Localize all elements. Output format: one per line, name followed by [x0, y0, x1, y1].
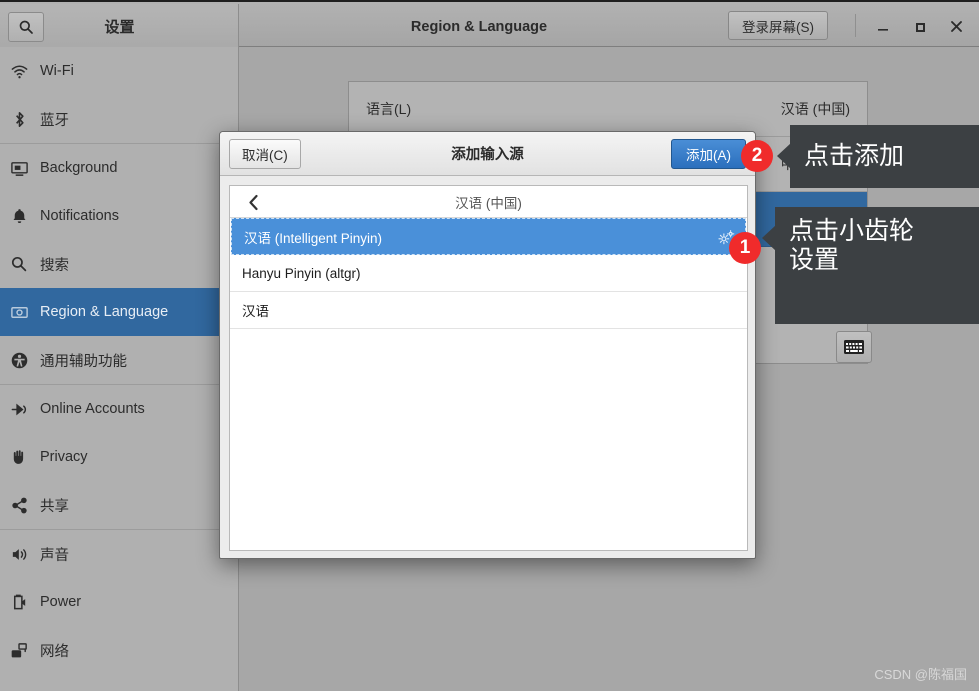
sidebar-item-label: 蓝牙 — [40, 112, 69, 129]
online-accounts-icon — [10, 400, 40, 419]
sidebar-item-region-language[interactable]: Region & Language — [0, 288, 238, 336]
sidebar: Wi-Fi 蓝牙 Background Notifications 搜索 Reg… — [0, 47, 239, 691]
add-button[interactable]: 添加(A) — [671, 139, 746, 169]
row-label: 语言(L) — [366, 101, 412, 117]
sidebar-item-online-accounts[interactable]: Online Accounts — [0, 385, 238, 433]
sidebar-item-label: Online Accounts — [40, 401, 145, 417]
accessibility-icon — [10, 351, 40, 370]
sidebar-item-label: 搜索 — [40, 257, 69, 274]
sidebar-item-label: Region & Language — [40, 304, 169, 320]
list-item-label: 汉语 — [242, 304, 269, 319]
callout-gear: 点击小齿轮 设置 — [762, 207, 979, 324]
watermark: CSDN @陈福国 — [874, 667, 967, 682]
power-battery-icon — [10, 593, 40, 612]
network-icon — [10, 641, 40, 660]
list-item[interactable]: 汉语 (Intelligent Pinyin) — [231, 218, 746, 255]
list-item-label: Hanyu Pinyin (altgr) — [242, 265, 361, 281]
sidebar-item-network[interactable]: 网络 — [0, 626, 238, 674]
sidebar-item-privacy[interactable]: Privacy — [0, 433, 238, 481]
wifi-icon — [10, 62, 40, 81]
dialog-header: 取消(C) 添加输入源 添加(A) — [220, 132, 755, 176]
sidebar-item-sharing[interactable]: 共享 — [0, 481, 238, 529]
sidebar-item-label: 声音 — [40, 547, 69, 564]
title-bar: 设置 Region & Language 登录屏幕(S) — [0, 0, 979, 49]
step-badge-2: 2 — [741, 140, 773, 172]
sidebar-item-label: Power — [40, 594, 82, 610]
list-item[interactable]: Hanyu Pinyin (altgr) — [230, 255, 747, 292]
maximize-icon — [913, 20, 927, 34]
keyboard-icon — [844, 340, 864, 354]
close-icon — [949, 19, 964, 34]
sidebar-item-label: Wi-Fi — [40, 63, 74, 79]
sidebar-item-search[interactable]: 搜索 — [0, 240, 238, 288]
add-input-source-dialog: 取消(C) 添加输入源 添加(A) 汉语 (中国) 汉语 (Intelligen… — [219, 131, 756, 559]
sidebar-item-label: 网络 — [40, 643, 69, 660]
settings-title: 设置 — [104, 19, 135, 36]
sidebar-item-label: 共享 — [40, 498, 69, 515]
sidebar-header: 设置 — [0, 4, 239, 49]
sidebar-item-accessibility[interactable]: 通用辅助功能 — [0, 336, 238, 384]
list-item-label: 汉语 (Intelligent Pinyin) — [244, 230, 383, 246]
sidebar-item-label: 通用辅助功能 — [40, 353, 127, 370]
window-controls — [864, 4, 975, 49]
sidebar-item-notifications[interactable]: Notifications — [0, 192, 238, 240]
sidebar-item-bluetooth[interactable]: 蓝牙 — [0, 95, 238, 143]
keyboard-shortcuts-button[interactable] — [836, 331, 872, 363]
sidebar-item-label: Background — [40, 160, 118, 176]
bluetooth-icon — [10, 110, 40, 129]
sidebar-item-background[interactable]: Background — [0, 144, 238, 192]
row-value: 汉语 (中国) — [780, 101, 850, 117]
bell-icon — [10, 207, 40, 226]
privacy-hand-icon — [10, 448, 40, 467]
sidebar-item-label: Notifications — [40, 208, 119, 224]
search-icon — [10, 255, 40, 273]
background-icon — [10, 159, 40, 178]
list-item[interactable]: 汉语 — [230, 292, 747, 329]
region-language-icon — [10, 303, 40, 322]
maximize-button[interactable] — [901, 4, 938, 49]
sharing-icon — [10, 496, 40, 515]
sidebar-item-power[interactable]: Power — [0, 578, 238, 626]
sidebar-item-label: Privacy — [40, 449, 88, 465]
minimize-button[interactable] — [864, 4, 901, 49]
login-screen-button[interactable]: 登录屏幕(S) — [728, 11, 828, 40]
sidebar-item-sound[interactable]: 声音 — [0, 530, 238, 578]
callout-add: 点击添加 — [777, 125, 979, 188]
minimize-icon — [876, 20, 890, 34]
chevron-left-icon[interactable] — [240, 186, 266, 218]
input-source-list: 汉语 (中国) 汉语 (Intelligent Pinyin) Hanyu Pi… — [229, 185, 748, 551]
close-button[interactable] — [938, 4, 975, 49]
sidebar-item-wifi[interactable]: Wi-Fi — [0, 47, 238, 95]
list-header-label: 汉语 (中国) — [455, 195, 522, 211]
step-badge-1: 1 — [729, 232, 761, 264]
titlebar-divider — [855, 14, 856, 37]
sound-icon — [10, 545, 40, 564]
app-window: 设置 Region & Language 登录屏幕(S) Wi-Fi 蓝牙 Ba… — [0, 0, 979, 691]
list-header: 汉语 (中国) — [230, 186, 747, 218]
